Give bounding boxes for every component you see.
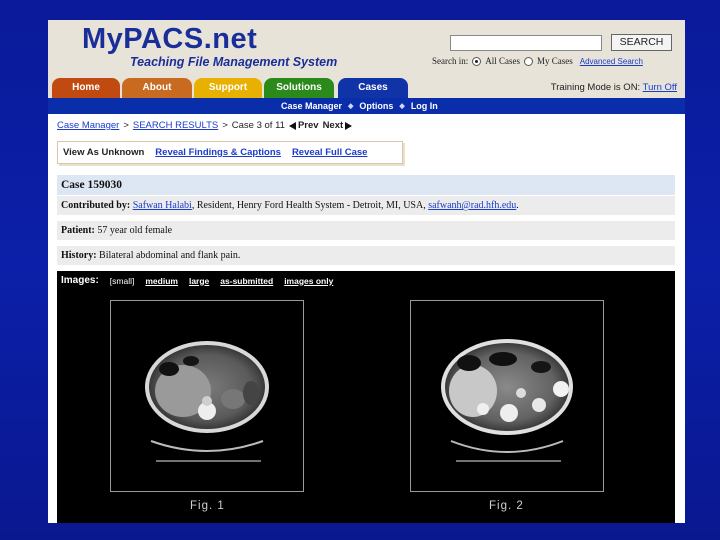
reveal-findings-link[interactable]: Reveal Findings & Captions	[155, 147, 281, 158]
arrow-right-icon	[345, 121, 353, 130]
breadcrumb-separator: >	[222, 120, 228, 131]
history-row: History: Bilateral abdominal and flank p…	[57, 246, 675, 265]
next-label: Next	[322, 120, 344, 131]
my-cases-radio[interactable]	[524, 56, 533, 66]
next-button[interactable]: Next	[323, 120, 353, 131]
image-size-bar: Images: [small] medium large as-submitte…	[61, 275, 333, 286]
subnav-separator-icon: ◆	[399, 103, 405, 110]
tab-solutions[interactable]: Solutions	[264, 78, 334, 98]
images-only-link[interactable]: images only	[284, 276, 333, 286]
search-in-label: Search in:	[432, 56, 469, 66]
subnav-log-in[interactable]: Log In	[411, 101, 438, 111]
reveal-full-case-link[interactable]: Reveal Full Case	[292, 147, 368, 158]
ct-scan-icon	[145, 341, 269, 462]
site-logo[interactable]: MyPACS.net	[82, 23, 257, 56]
fig-1-caption: Fig. 1	[190, 500, 225, 512]
size-large-link[interactable]: large	[189, 276, 209, 286]
tab-about[interactable]: About	[122, 78, 192, 98]
prev-button[interactable]: Prev	[288, 120, 319, 131]
subnav-separator-icon: ◆	[348, 103, 354, 110]
case-title: Case 159030	[57, 175, 675, 195]
size-small: [small]	[109, 275, 135, 286]
advanced-search-link[interactable]: Advanced Search	[580, 57, 643, 66]
ct-scan-icon	[441, 339, 573, 462]
breadcrumb-separator: >	[123, 120, 129, 131]
contributor-end: .	[516, 200, 519, 211]
all-cases-label: All Cases	[485, 56, 520, 66]
training-mode-status: Training Mode is ON: Turn Off	[551, 82, 677, 93]
contributor-row: Contributed by: Safwan Halabi, Resident,…	[57, 196, 675, 215]
search-button[interactable]: SEARCH	[611, 34, 672, 51]
tab-cases[interactable]: Cases	[338, 78, 408, 98]
size-medium-link[interactable]: medium	[145, 276, 178, 286]
view-mode-tabs: View As Unknown Reveal Findings & Captio…	[57, 141, 403, 164]
tab-home[interactable]: Home	[52, 78, 120, 98]
fig-2-caption: Fig. 2	[489, 500, 524, 512]
site-tagline: Teaching File Management System	[130, 55, 338, 69]
contributor-name-link[interactable]: Safwan Halabi	[133, 200, 192, 211]
my-cases-label: My Cases	[537, 56, 573, 66]
patient-row: Patient: 57 year old female	[57, 221, 675, 240]
ct-image-fig-2[interactable]	[410, 300, 604, 492]
contributor-info: , Resident, Henry Ford Health System - D…	[191, 200, 429, 211]
all-cases-radio[interactable]	[472, 56, 482, 66]
contributed-label: Contributed by:	[61, 200, 131, 211]
breadcrumb-case-manager[interactable]: Case Manager	[57, 120, 119, 131]
sub-navigation: Case Manager ◆ Options ◆ Log In	[48, 98, 685, 114]
prev-label: Prev	[297, 120, 319, 131]
tab-support[interactable]: Support	[194, 78, 262, 98]
search-scope: Search in: All Cases My Cases Advanced S…	[432, 56, 643, 66]
breadcrumb: Case Manager > SEARCH RESULTS > Case 3 o…	[57, 120, 353, 131]
patient-label: Patient:	[61, 225, 95, 236]
view-as-unknown: View As Unknown	[63, 147, 145, 158]
training-mode-text: Training Mode is ON:	[550, 82, 641, 93]
history-label: History:	[61, 250, 97, 261]
images-label: Images:	[61, 275, 99, 286]
browser-page: MyPACS.net Teaching File Management Syst…	[48, 20, 685, 523]
subnav-case-manager[interactable]: Case Manager	[281, 101, 342, 111]
breadcrumb-search-results[interactable]: SEARCH RESULTS	[133, 120, 218, 131]
patient-value: 57 year old female	[97, 225, 173, 236]
turn-off-link[interactable]: Turn Off	[643, 82, 677, 93]
ct-image-fig-1[interactable]	[110, 300, 304, 492]
search-input[interactable]	[450, 35, 602, 51]
breadcrumb-current: Case 3 of 11	[231, 120, 285, 131]
size-as-submitted-link[interactable]: as-submitted	[220, 276, 273, 286]
contributor-email-link[interactable]: safwanh@rad.hfh.edu	[428, 200, 516, 211]
subnav-options[interactable]: Options	[359, 101, 393, 111]
history-value: Bilateral abdominal and flank pain.	[99, 250, 241, 261]
arrow-left-icon	[288, 121, 296, 130]
images-panel: Images: [small] medium large as-submitte…	[57, 271, 675, 523]
